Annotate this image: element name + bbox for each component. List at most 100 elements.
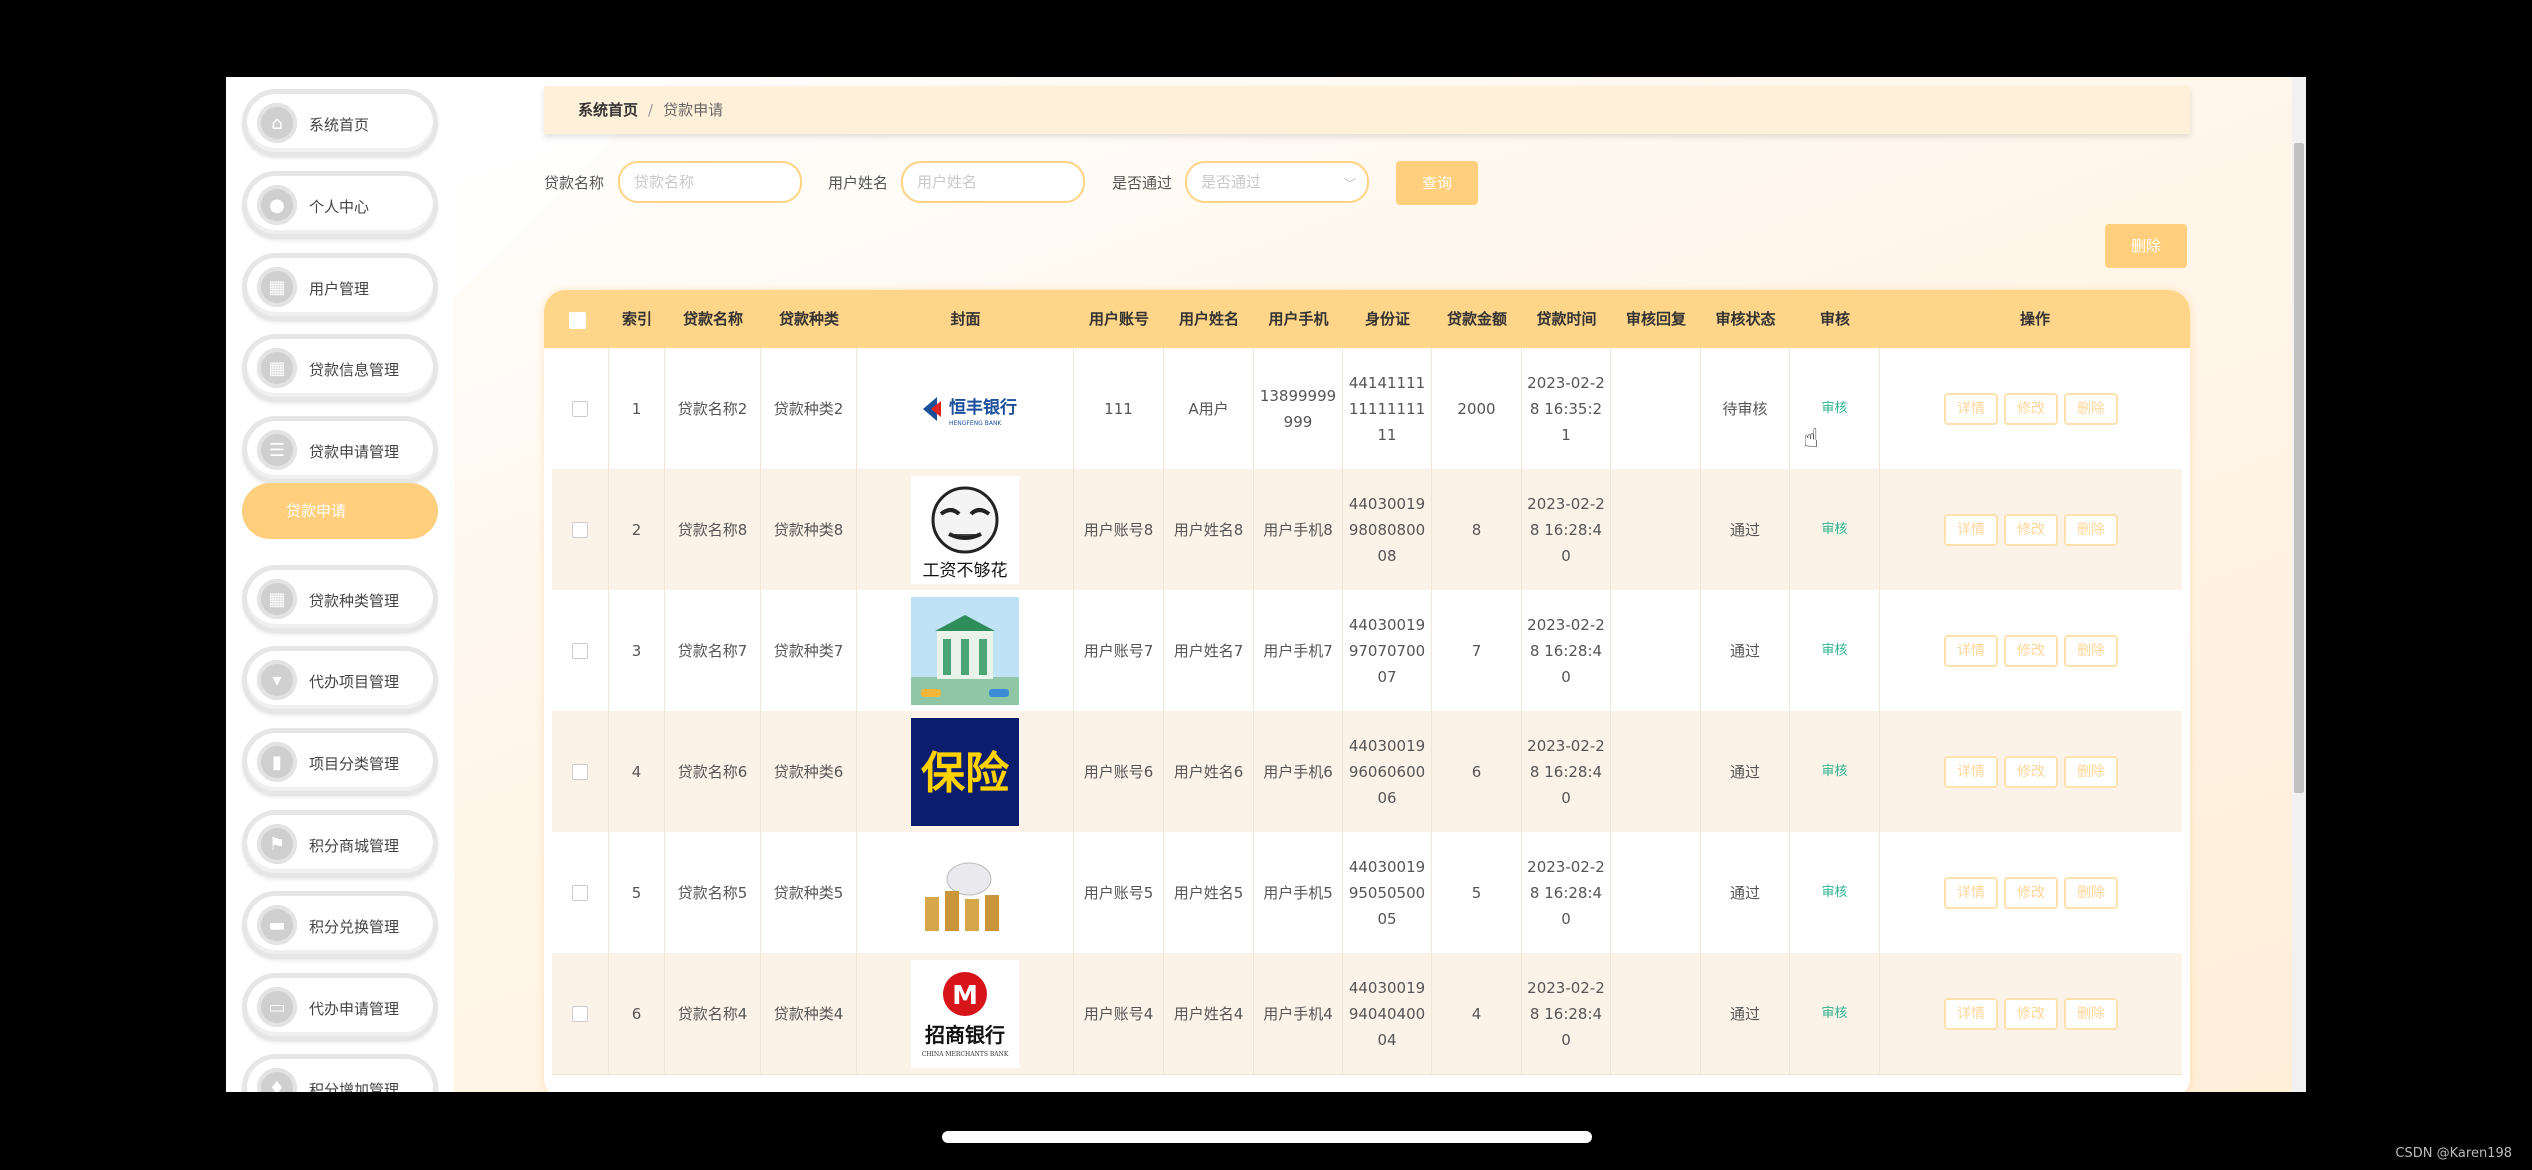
monitor-icon: ▬ (257, 905, 297, 945)
sidebar-item[interactable]: ▭ 代办申请管理 (242, 973, 438, 1041)
row-delete-button[interactable]: 删除 (2064, 634, 2118, 667)
svg-text:M: M (952, 981, 978, 1011)
bank-building-image (911, 596, 1019, 705)
detail-button[interactable]: 详情 (1944, 392, 1998, 425)
cell-audit: 审核 (1790, 469, 1880, 590)
user-name-input[interactable] (901, 161, 1085, 203)
edit-button[interactable]: 修改 (2004, 755, 2058, 788)
edit-button[interactable]: 修改 (2004, 876, 2058, 909)
cell-text: 用户姓名5 (1173, 883, 1244, 902)
cell-actions: 详情 修改 删除 (1880, 832, 2182, 953)
row-delete-button[interactable]: 删除 (2064, 755, 2118, 788)
sidebar-item[interactable]: ▦ 贷款信息管理 (242, 334, 438, 402)
sidebar-item[interactable]: ⌂ 系统首页 (242, 89, 438, 157)
sidebar-subitem-loan-apply[interactable]: 贷款申请 (242, 483, 438, 539)
cell-text: 用户姓名8 (1173, 520, 1244, 539)
audit-link[interactable]: 审核 (1821, 638, 1847, 664)
cell-text: 贷款种类2 (773, 399, 844, 418)
select-all-checkbox[interactable] (569, 312, 586, 329)
home-indicator (942, 1131, 1592, 1143)
column-header: 用户账号 (1088, 310, 1149, 328)
cell-status: 通过 (1701, 953, 1790, 1074)
sidebar-item[interactable]: ▬ 积分兑换管理 (242, 891, 438, 959)
row-checkbox[interactable] (572, 400, 588, 417)
table-row: 4 贷款名称6 贷款种类6 保险 用户账号6 用户姓名6 用户手机6 440300199606… (552, 711, 2182, 833)
sidebar-item[interactable]: ▦ 贷款种类管理 (242, 565, 438, 633)
column-header: 身份证 (1364, 310, 1410, 328)
cell-text: 用户姓名7 (1173, 641, 1244, 660)
cell-time: 2023-02-28 16:35:21 (1522, 348, 1611, 469)
passed-select-value: 是否通过 (1201, 173, 1262, 191)
sidebar-item-label: 积分兑换管理 (309, 918, 400, 936)
sidebar-item[interactable]: ● 个人中心 (242, 171, 438, 239)
cell-text: 7 (1471, 641, 1482, 660)
row-checkbox[interactable] (572, 1005, 588, 1022)
cell-text: 5 (1471, 883, 1482, 902)
cell-id-card: 441411111111111111 (1343, 348, 1432, 469)
delete-button[interactable]: 删除 (2105, 224, 2187, 268)
search-button[interactable]: 查询 (1396, 161, 1478, 205)
row-checkbox[interactable] (572, 521, 588, 538)
scrollbar[interactable] (2292, 77, 2306, 1092)
audit-link[interactable]: 审核 (1821, 396, 1847, 422)
cell-text: 贷款种类7 (773, 641, 844, 660)
cell-actions: 详情 修改 删除 (1880, 590, 2182, 711)
passed-select[interactable]: 是否通过 (1185, 161, 1369, 203)
sidebar-item[interactable]: ⚑ 积分商城管理 (242, 810, 438, 878)
audit-link[interactable]: 审核 (1821, 1001, 1847, 1027)
breadcrumb-home[interactable]: 系统首页 (578, 101, 638, 119)
cell-audit: 审核 (1790, 590, 1880, 711)
row-delete-button[interactable]: 删除 (2064, 997, 2118, 1030)
row-delete-button[interactable]: 删除 (2064, 513, 2118, 546)
row-checkbox[interactable] (572, 763, 588, 780)
breadcrumb-separator: / (648, 101, 654, 119)
cell-text: 2023-02-28 16:28:40 (1527, 494, 1605, 565)
sidebar-item[interactable]: ▦ 用户管理 (242, 253, 438, 321)
flag-icon: ⚑ (257, 824, 297, 864)
column-header: 贷款时间 (1536, 310, 1597, 328)
scrollbar-thumb[interactable] (2294, 143, 2304, 793)
app-window: ⌂ 系统首页 ● 个人中心 ▦ 用户管理 ▦ 贷款信息管理 ☰ 贷款申请管理 ▦ 贷款种类管理 ▾ 代办项… (226, 77, 2306, 1092)
cell-text: 通过 (1729, 520, 1760, 539)
detail-button[interactable]: 详情 (1944, 997, 1998, 1030)
cell-loan-type: 贷款种类2 (761, 348, 857, 469)
cell-loan-name: 贷款名称7 (665, 590, 761, 711)
loan-name-input[interactable] (618, 161, 802, 203)
sidebar-item-label: 项目分类管理 (309, 755, 400, 773)
edit-button[interactable]: 修改 (2004, 634, 2058, 667)
row-delete-button[interactable]: 删除 (2064, 392, 2118, 425)
detail-button[interactable]: 详情 (1944, 876, 1998, 909)
cell-text: 贷款种类4 (773, 1004, 844, 1023)
edit-button[interactable]: 修改 (2004, 997, 2058, 1030)
cell-id-card: 440300199404040004 (1343, 953, 1432, 1074)
edit-button[interactable]: 修改 (2004, 513, 2058, 546)
detail-button[interactable]: 详情 (1944, 755, 1998, 788)
sidebar-item[interactable]: ▾ 代办项目管理 (242, 646, 438, 714)
detail-button[interactable]: 详情 (1944, 513, 1998, 546)
cell-loan-name: 贷款名称5 (665, 832, 761, 953)
column-header: 审核回复 (1625, 310, 1686, 328)
cell-loan-type: 贷款种类7 (761, 590, 857, 711)
cell-index: 2 (609, 469, 665, 590)
row-checkbox[interactable] (572, 884, 588, 901)
audit-link[interactable]: 审核 (1821, 517, 1847, 543)
cell-reply (1611, 832, 1701, 953)
edit-button[interactable]: 修改 (2004, 392, 2058, 425)
audit-link[interactable]: 审核 (1821, 880, 1847, 906)
cell-text: 2000 (1457, 399, 1496, 418)
cell-text: 2 (631, 520, 642, 539)
sidebar-item[interactable]: ♦ 积分增加管理 (242, 1054, 438, 1092)
cell-text: 6 (1471, 762, 1482, 781)
audit-link[interactable]: 审核 (1821, 759, 1847, 785)
column-header: 贷款名称 (682, 310, 743, 328)
detail-button[interactable]: 详情 (1944, 634, 1998, 667)
sidebar-item[interactable]: ☰ 贷款申请管理 (242, 416, 438, 484)
cell-reply (1611, 590, 1701, 711)
row-checkbox[interactable] (572, 642, 588, 659)
sidebar-item-label: 个人中心 (309, 198, 370, 216)
cell-text: 用户账号4 (1083, 1004, 1154, 1023)
table-header: 索引 贷款名称 贷款种类 封面 用户账号 用户姓名 用户手机 身份证 贷款金额 贷款时间 审核回复 审… (544, 290, 2190, 348)
sidebar-item[interactable]: ▮ 项目分类管理 (242, 728, 438, 796)
cell-text: 2023-02-28 16:35:21 (1527, 373, 1605, 444)
row-delete-button[interactable]: 删除 (2064, 876, 2118, 909)
